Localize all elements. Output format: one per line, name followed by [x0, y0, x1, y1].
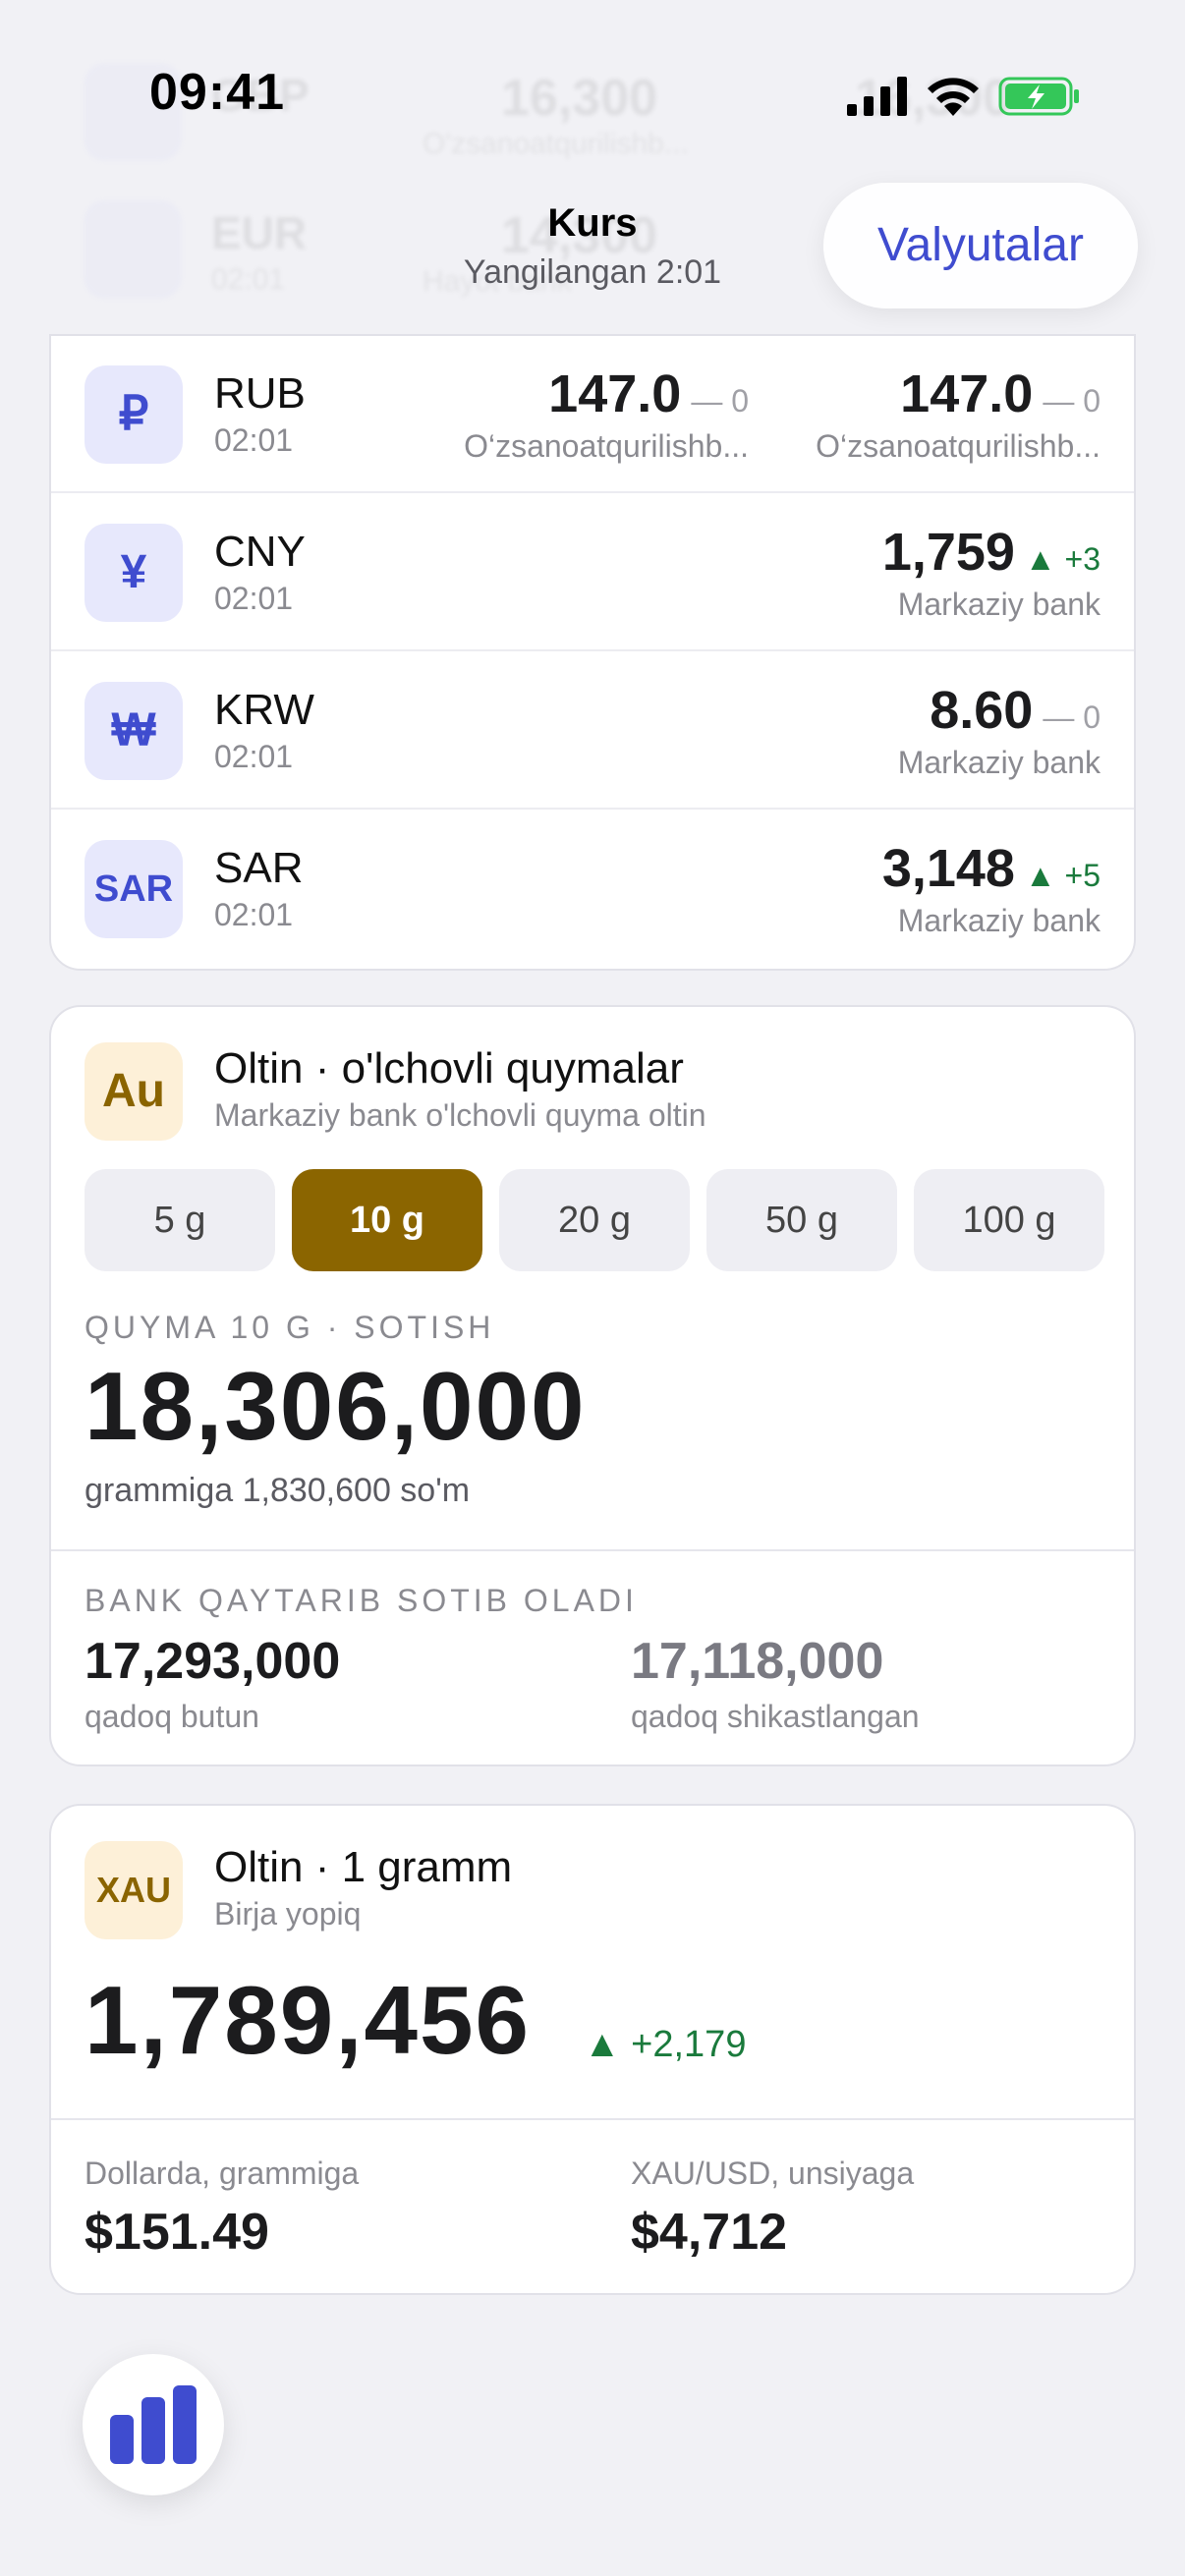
card-subtitle: Markaziy bank o'lchovli quyma oltin	[214, 1097, 706, 1133]
currency-row-krw[interactable]: ₩ KRW 02:01 8.60 — 0 Markaziy bank	[51, 652, 1134, 810]
market-status: Birja yopiq	[214, 1896, 362, 1932]
currency-code: KRW	[214, 686, 314, 734]
buyback-damaged-value: 17,118,000	[631, 1633, 884, 1690]
gold-au-icon: Au	[85, 1042, 183, 1141]
xauusd-value: $4,712	[631, 2204, 788, 2261]
currency-time: 02:01	[214, 739, 294, 774]
sell-section-label: QUYMA 10 G · SOTISH	[85, 1310, 495, 1345]
sell-rate: 147.0— 0 O‘zsanoatqurilishb...	[816, 364, 1100, 465]
divider	[51, 2118, 1134, 2120]
rate: 1,759 ▲ +3 Markaziy bank	[882, 522, 1100, 623]
rate-value: 8.60	[930, 681, 1034, 740]
rate-change: ▲ +3	[1024, 541, 1100, 577]
weight-option-20g[interactable]: 20 g	[499, 1169, 690, 1271]
weight-option-50g[interactable]: 50 g	[706, 1169, 897, 1271]
rate-change: — 0	[1043, 700, 1100, 735]
divider	[51, 1549, 1134, 1551]
rate-value: 147.0	[900, 364, 1034, 423]
rate-bank: Markaziy bank	[897, 745, 1100, 780]
currency-time: 02:01	[214, 581, 294, 616]
yuan-icon: ¥	[85, 524, 183, 622]
rate: 8.60 — 0 Markaziy bank	[898, 680, 1100, 781]
currency-row-cny[interactable]: ¥ CNY 02:01 1,759 ▲ +3 Markaziy bank	[51, 494, 1134, 651]
rate-bank: Markaziy bank	[897, 903, 1100, 938]
rate-bank: O‘zsanoatqurilishb...	[816, 428, 1100, 464]
currency-row-rub[interactable]: ₽ RUB 02:01 147.0— 0 O‘zsanoatqurilishb.…	[51, 336, 1134, 493]
cellular-signal-icon	[847, 77, 907, 116]
gold-bars-card: Au Oltin · o'lchovli quymalar Markaziy b…	[49, 1005, 1136, 1766]
card-title: Oltin · o'lchovli quymalar	[214, 1044, 684, 1092]
battery-charging-icon	[998, 77, 1079, 116]
currency-code: SAR	[214, 844, 304, 892]
rate-value: 147.0	[548, 364, 682, 423]
gold-gram-price: 1,789,456	[85, 1966, 531, 2074]
buyback-section-label: BANK QAYTARIB SOTIB OLADI	[85, 1583, 638, 1618]
usd-per-gram-value: $151.49	[85, 2204, 269, 2261]
price-per-gram: grammiga 1,830,600 so'm	[85, 1472, 471, 1509]
bar-chart-icon	[110, 2385, 197, 2464]
rate-bank: Markaziy bank	[897, 587, 1100, 622]
buyback-intact-value: 17,293,000	[85, 1633, 341, 1690]
won-icon: ₩	[85, 682, 183, 780]
rate-value: 1,759	[881, 523, 1015, 582]
riyal-icon: SAR	[85, 840, 183, 938]
rate-change: — 0	[691, 383, 749, 419]
currency-row-sar[interactable]: SAR SAR 02:01 3,148 ▲ +5 Markaziy bank	[51, 811, 1134, 968]
currency-code: CNY	[214, 528, 306, 576]
gold-xau-icon: XAU	[85, 1841, 183, 1939]
currencies-button[interactable]: Valyutalar	[823, 183, 1138, 308]
weight-option-10g[interactable]: 10 g	[292, 1169, 482, 1271]
currency-time: 02:01	[214, 897, 294, 932]
rate: 3,148 ▲ +5 Markaziy bank	[882, 838, 1100, 939]
rate-bank: O‘zsanoatqurilishb...	[464, 428, 749, 464]
charts-button[interactable]	[83, 2354, 224, 2495]
ruble-icon: ₽	[85, 365, 183, 464]
weight-option-5g[interactable]: 5 g	[85, 1169, 275, 1271]
weight-option-100g[interactable]: 100 g	[914, 1169, 1104, 1271]
buyback-intact-label: qadoq butun	[85, 1699, 259, 1734]
currency-time: 02:01	[214, 422, 294, 458]
currency-list-card: ₽ RUB 02:01 147.0— 0 O‘zsanoatqurilishb.…	[49, 334, 1136, 971]
status-time: 09:41	[149, 64, 285, 121]
wifi-icon	[928, 78, 979, 116]
xauusd-label: XAU/USD, unsiyaga	[631, 2156, 915, 2191]
rate-change: — 0	[1043, 383, 1100, 419]
gold-gram-card: XAU Oltin · 1 gramm Birja yopiq 1,789,45…	[49, 1804, 1136, 2295]
status-bar: 09:41	[0, 0, 1185, 138]
sell-price: 18,306,000	[85, 1352, 587, 1460]
rate-change: ▲ +5	[1024, 858, 1100, 893]
card-title: Oltin · 1 gramm	[214, 1843, 513, 1891]
weight-selector: 5 g 10 g 20 g 50 g 100 g	[85, 1169, 1106, 1271]
rate-value: 3,148	[881, 839, 1015, 898]
usd-per-gram-label: Dollarda, grammiga	[85, 2156, 360, 2191]
buy-rate: 147.0— 0 O‘zsanoatqurilishb...	[464, 364, 749, 465]
price-change: ▲ +2,179	[584, 2024, 747, 2065]
buyback-damaged-label: qadoq shikastlangan	[631, 1699, 920, 1734]
currency-code: RUB	[214, 369, 306, 418]
